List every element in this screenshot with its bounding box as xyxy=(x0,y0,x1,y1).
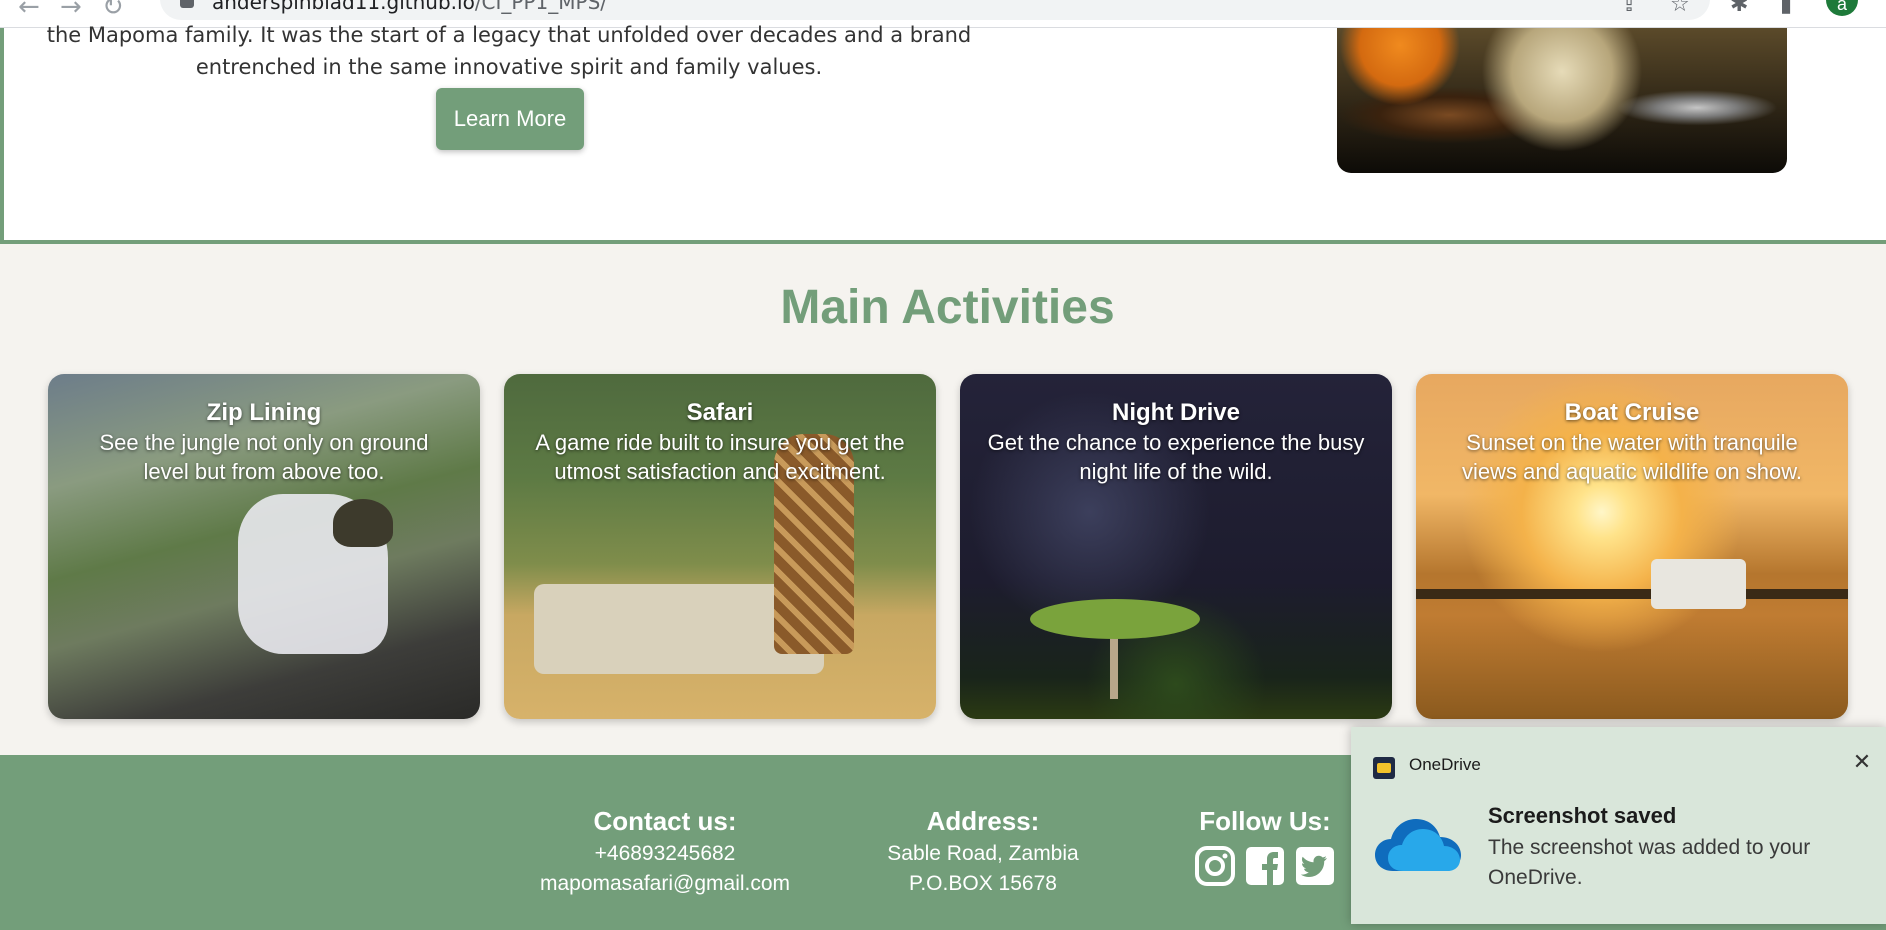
about-text-line-2: entrenched in the same innovative spirit… xyxy=(195,55,823,79)
activity-card-boat-cruise[interactable]: Boat Cruise Sunset on the water with tra… xyxy=(1416,374,1848,719)
close-icon[interactable]: ✕ xyxy=(1846,747,1878,779)
card-image-detail xyxy=(333,499,393,547)
social-links xyxy=(1160,845,1370,887)
back-icon[interactable]: ← xyxy=(18,0,40,22)
card-description: A game ride built to insure you get the … xyxy=(535,430,905,484)
about-image xyxy=(1337,28,1787,173)
activities-heading: Main Activities xyxy=(780,281,1115,334)
notification-app-name: OneDrive xyxy=(1409,755,1481,774)
url-text[interactable]: anderspinblad11.github.io/CI_PP1_MPS/ xyxy=(212,0,607,14)
card-description: Get the chance to experience the busy ni… xyxy=(987,430,1365,484)
onedrive-cloud-icon xyxy=(1375,819,1461,871)
card-title: Night Drive xyxy=(1111,399,1240,426)
twitter-icon[interactable] xyxy=(1294,845,1336,887)
address-heading: Address: xyxy=(926,806,1040,836)
footer-address: Address: Sable Road, Zambia P.O.BOX 1567… xyxy=(858,803,1108,899)
contact-phone[interactable]: +46893245682 xyxy=(505,839,825,869)
footer-follow: Follow Us: xyxy=(1160,803,1370,887)
address-line-2: P.O.BOX 15678 xyxy=(909,872,1057,895)
url-host: anderspinblad11.github.io xyxy=(212,0,475,14)
card-title: Boat Cruise xyxy=(1564,399,1700,426)
activity-card-safari[interactable]: Safari A game ride built to insure you g… xyxy=(504,374,936,719)
card-description: Sunset on the water with tranquile views… xyxy=(1462,430,1802,484)
url-path: /CI_PP1_MPS/ xyxy=(474,0,608,14)
notification-body: The screenshot was added to your OneDriv… xyxy=(1488,836,1811,889)
card-title: Zip Lining xyxy=(206,399,322,426)
facebook-icon[interactable] xyxy=(1244,845,1286,887)
onedrive-notification[interactable]: OneDrive ✕ Screenshot saved The screensh… xyxy=(1351,727,1886,924)
about-section: the Mapoma family. It was the start of a… xyxy=(0,23,1886,244)
notification-title: Screenshot saved xyxy=(1488,803,1677,828)
instagram-icon[interactable] xyxy=(1194,845,1236,887)
about-text: the Mapoma family. It was the start of a… xyxy=(44,19,974,83)
address-line-1: Sable Road, Zambia xyxy=(887,842,1079,865)
card-title: Safari xyxy=(686,399,754,426)
share-icon[interactable]: ⇪ xyxy=(1620,0,1638,17)
extensions-icon[interactable]: ✱ xyxy=(1730,0,1748,17)
activity-card-zip-lining[interactable]: Zip Lining See the jungle not only on gr… xyxy=(48,374,480,719)
card-image-detail xyxy=(1416,589,1848,599)
lock-icon[interactable] xyxy=(180,0,194,8)
card-image-detail xyxy=(1110,629,1118,699)
contact-heading: Contact us: xyxy=(593,806,737,836)
onedrive-app-icon xyxy=(1373,757,1395,779)
profile-avatar[interactable]: a xyxy=(1826,0,1858,16)
side-panel-icon[interactable]: ▮ xyxy=(1780,0,1792,17)
about-text-line-1: the Mapoma family. It was the start of a… xyxy=(46,23,972,47)
card-image-detail xyxy=(1651,559,1746,609)
star-icon[interactable]: ☆ xyxy=(1670,0,1690,17)
contact-email[interactable]: mapomasafari@gmail.com xyxy=(505,869,825,899)
activity-card-night-drive[interactable]: Night Drive Get the chance to experience… xyxy=(960,374,1392,719)
learn-more-button[interactable]: Learn More xyxy=(436,88,584,150)
follow-heading: Follow Us: xyxy=(1199,806,1331,836)
footer-contact: Contact us: +46893245682 mapomasafari@gm… xyxy=(505,803,825,899)
card-description: See the jungle not only on ground level … xyxy=(99,430,429,484)
card-image-detail xyxy=(1030,599,1200,639)
